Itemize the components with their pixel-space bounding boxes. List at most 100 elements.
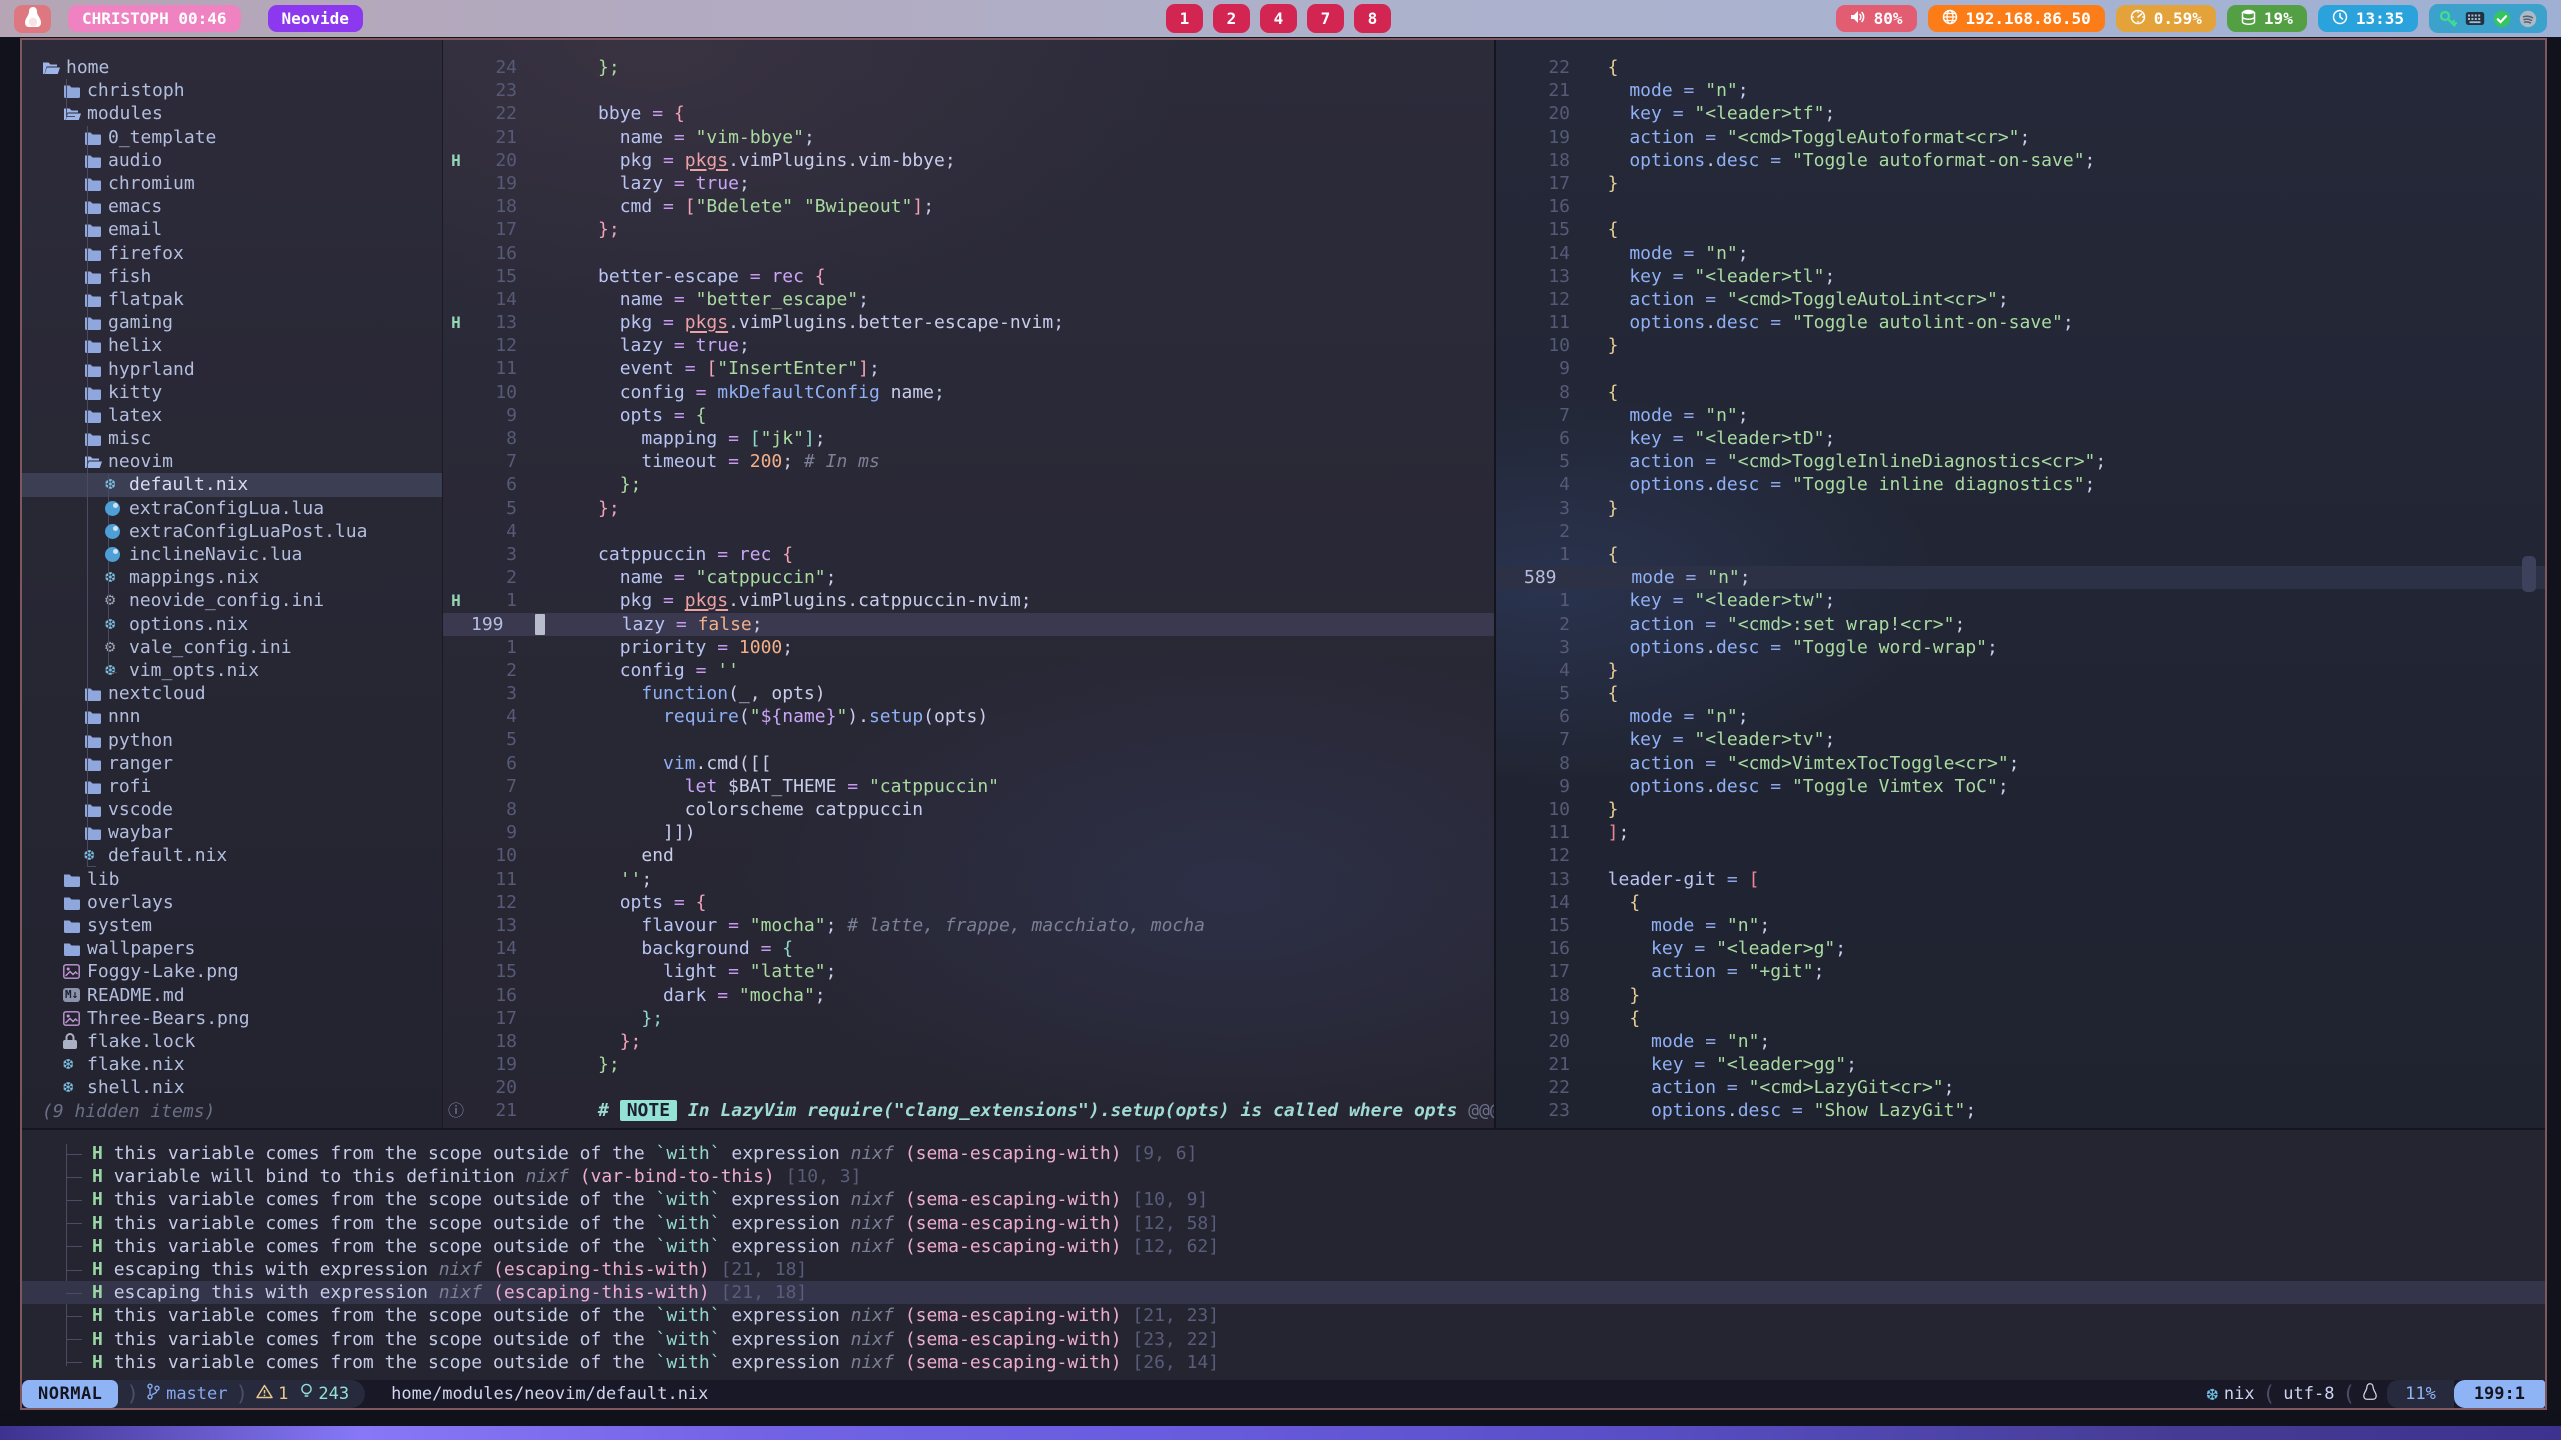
editor-main-line[interactable]: 16 xyxy=(443,242,1494,265)
workspace-button-7[interactable]: 7 xyxy=(1307,4,1344,33)
editor-right-line[interactable]: 9options.desc = "Toggle Vimtex ToC"; xyxy=(1496,775,2545,798)
tree-item[interactable]: ❆shell.nix xyxy=(22,1076,442,1099)
editor-right-line[interactable]: 8action = "<cmd>VimtexTocToggle<cr>"; xyxy=(1496,752,2545,775)
editor-right-line[interactable]: 3options.desc = "Toggle word-wrap"; xyxy=(1496,636,2545,659)
editor-right-line[interactable]: 22{ xyxy=(1496,56,2545,79)
editor-right-line[interactable]: 8{ xyxy=(1496,381,2545,404)
editor-right-line[interactable]: 4} xyxy=(1496,659,2545,682)
tree-item[interactable]: nextcloud xyxy=(22,682,442,705)
editor-right-line[interactable]: 18options.desc = "Toggle autoformat-on-s… xyxy=(1496,149,2545,172)
tree-item[interactable]: hyprland xyxy=(22,357,442,380)
editor-main-line[interactable]: 2name = "catppuccin"; xyxy=(443,566,1494,589)
editor-right-line[interactable]: 1{ xyxy=(1496,543,2545,566)
editor-main-line[interactable]: 5 xyxy=(443,728,1494,751)
editor-main-line[interactable]: 13flavour = "mocha"; # latte, frappe, ma… xyxy=(443,914,1494,937)
editor-main-line[interactable]: H13pkg = pkgs.vimPlugins.better-escape-n… xyxy=(443,311,1494,334)
editor-right-line[interactable]: 9 xyxy=(1496,357,2545,380)
editor-main-line[interactable]: 8mapping = ["jk"]; xyxy=(443,427,1494,450)
editor-main-line[interactable]: 3function(_, opts) xyxy=(443,682,1494,705)
diagnostic-row[interactable]: H this variable comes from the scope out… xyxy=(22,1235,2545,1258)
editor-main-line[interactable]: 23 xyxy=(443,79,1494,102)
editor-main-line[interactable]: 24}; xyxy=(443,56,1494,79)
editor-main-line[interactable]: 12lazy = true; xyxy=(443,334,1494,357)
diagnostic-row[interactable]: H this variable comes from the scope out… xyxy=(22,1351,2545,1374)
editor-right-line[interactable]: 11]; xyxy=(1496,821,2545,844)
tree-item[interactable]: ❆flake.nix xyxy=(22,1053,442,1076)
editor-right-line[interactable]: 19{ xyxy=(1496,1007,2545,1030)
tree-item[interactable]: kitty xyxy=(22,381,442,404)
diagnostic-hint-count[interactable]: 243 xyxy=(300,1383,349,1405)
tree-item[interactable]: rofi xyxy=(22,775,442,798)
clock-widget[interactable]: 13:35 xyxy=(2318,5,2418,32)
editor-right-line[interactable]: 15mode = "n"; xyxy=(1496,914,2545,937)
editor-main-line[interactable]: 18}; xyxy=(443,1030,1494,1053)
editor-right-line[interactable]: 21key = "<leader>gg"; xyxy=(1496,1053,2545,1076)
editor-right-line[interactable]: 15{ xyxy=(1496,218,2545,241)
tree-item[interactable]: emacs xyxy=(22,195,442,218)
editor-right-line[interactable]: 1key = "<leader>tw"; xyxy=(1496,589,2545,612)
file-tree[interactable]: homechristophmodules0_templateaudiochrom… xyxy=(22,40,442,1128)
keyboard-icon[interactable] xyxy=(2465,11,2485,26)
editor-main-line[interactable]: 7timeout = 200; # In ms xyxy=(443,450,1494,473)
tree-item[interactable]: modules xyxy=(22,102,442,125)
editor-main-line[interactable]: 6vim.cmd([[ xyxy=(443,752,1494,775)
editor-right-line[interactable]: 17action = "+git"; xyxy=(1496,960,2545,983)
tree-item[interactable]: ⚙vale_config.ini xyxy=(22,636,442,659)
editor-main-line[interactable]: 17}; xyxy=(443,218,1494,241)
editor-main-line[interactable]: 4 xyxy=(443,520,1494,543)
workspace-button-8[interactable]: 8 xyxy=(1354,4,1391,33)
editor-right-line[interactable]: 14{ xyxy=(1496,891,2545,914)
editor-main-line[interactable]: 22bbye = { xyxy=(443,102,1494,125)
check-circle-icon[interactable] xyxy=(2493,10,2511,28)
tree-item[interactable]: wallpapers xyxy=(22,937,442,960)
editor-right-line[interactable]: 3} xyxy=(1496,497,2545,520)
editor-right-line[interactable]: 7key = "<leader>tv"; xyxy=(1496,728,2545,751)
tree-item[interactable]: ❆default.nix xyxy=(22,844,442,867)
host-clock-pill[interactable]: CHRISTOPH 00:46 xyxy=(68,5,241,32)
diagnostic-row[interactable]: H this variable comes from the scope out… xyxy=(22,1328,2545,1351)
editor-main-line[interactable]: 7let $BAT_THEME = "catppuccin" xyxy=(443,775,1494,798)
editor-main-line[interactable]: 8colorscheme catppuccin xyxy=(443,798,1494,821)
editor-right-line[interactable]: 12 xyxy=(1496,844,2545,867)
editor-main-line[interactable]: 1priority = 1000; xyxy=(443,636,1494,659)
tree-item[interactable]: inclineNavic.lua xyxy=(22,543,442,566)
editor-right-line[interactable]: 2action = "<cmd>:set wrap!<cr>"; xyxy=(1496,613,2545,636)
tree-item-selected[interactable]: ❆default.nix xyxy=(22,473,442,496)
workspace-button-2[interactable]: 2 xyxy=(1213,4,1250,33)
editor-right-line[interactable]: 23options.desc = "Show LazyGit"; xyxy=(1496,1099,2545,1122)
diagnostics-panel[interactable]: H this variable comes from the scope out… xyxy=(22,1128,2545,1380)
disk-widget[interactable]: 19% xyxy=(2227,5,2307,32)
editor-main-line[interactable]: H20pkg = pkgs.vimPlugins.vim-bbye; xyxy=(443,149,1494,172)
editor-right-line[interactable]: 22action = "<cmd>LazyGit<cr>"; xyxy=(1496,1076,2545,1099)
editor-main-line[interactable]: 19}; xyxy=(443,1053,1494,1076)
editor-main-line[interactable]: 3catppuccin = rec { xyxy=(443,543,1494,566)
editor-right-line[interactable]: 10} xyxy=(1496,334,2545,357)
editor-main-line[interactable]: 6}; xyxy=(443,473,1494,496)
editor-main-line[interactable]: 9]]) xyxy=(443,821,1494,844)
spotify-icon[interactable] xyxy=(2519,10,2537,28)
tree-item[interactable]: flatpak xyxy=(22,288,442,311)
load-widget[interactable]: 0.59% xyxy=(2116,5,2216,32)
tree-item[interactable]: ❆mappings.nix xyxy=(22,566,442,589)
tree-item[interactable]: Foggy-Lake.png xyxy=(22,960,442,983)
tree-item[interactable]: extraConfigLua.lua xyxy=(22,497,442,520)
editor-right-line[interactable]: 589mode = "n"; xyxy=(1496,566,2545,589)
diagnostic-row[interactable]: H variable will bind to this definition … xyxy=(22,1165,2545,1188)
editor-right-line[interactable]: 16key = "<leader>g"; xyxy=(1496,937,2545,960)
tree-item[interactable]: ❆options.nix xyxy=(22,613,442,636)
editor-right-line[interactable]: 20key = "<leader>tf"; xyxy=(1496,102,2545,125)
editor-main-line[interactable]: 11''; xyxy=(443,868,1494,891)
tree-item[interactable]: 0_template xyxy=(22,126,442,149)
editor-main-line[interactable]: 10config = mkDefaultConfig name; xyxy=(443,381,1494,404)
tree-item[interactable]: waybar xyxy=(22,821,442,844)
editor-main-line[interactable]: 19lazy = true; xyxy=(443,172,1494,195)
editor-right-line[interactable]: 16 xyxy=(1496,195,2545,218)
editor-right-line[interactable]: 13key = "<leader>tl"; xyxy=(1496,265,2545,288)
workspace-button-1[interactable]: 1 xyxy=(1166,4,1203,33)
editor-main-line[interactable]: 4require("${name}").setup(opts) xyxy=(443,705,1494,728)
editor-right-line[interactable]: 12action = "<cmd>ToggleAutoLint<cr>"; xyxy=(1496,288,2545,311)
tree-item[interactable]: helix xyxy=(22,334,442,357)
editor-right-line[interactable]: 20mode = "n"; xyxy=(1496,1030,2545,1053)
tree-item[interactable]: latex xyxy=(22,404,442,427)
git-branch[interactable]: master xyxy=(147,1383,227,1405)
